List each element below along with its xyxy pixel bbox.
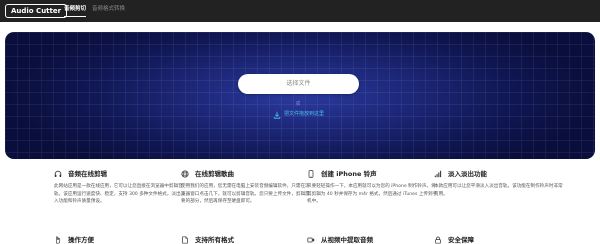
upload-hero-panel: 选择文件 或 把文件拖放到这里 — [5, 32, 595, 159]
top-navigation-bar: Audio Cutter 音频剪切 音频格式转换 — [0, 0, 600, 22]
feature-title: 从视频中提取音频 — [321, 236, 373, 244]
hero-background-pattern — [5, 32, 595, 159]
lock-icon — [435, 236, 441, 244]
hand-icon — [56, 236, 61, 244]
video-icon — [307, 237, 315, 243]
feature-title: 在线剪辑歌曲 — [195, 170, 234, 178]
feature-title: 支持所有格式 — [195, 236, 234, 244]
headphones-icon — [54, 170, 62, 178]
nav-tab-audio-converter[interactable]: 音频格式转换 — [92, 5, 125, 13]
feature-description: 此网站应用是一款在线应用，它可以让您直接在浏览器中剪辑音轨。该应用运行速度快、稳… — [54, 184, 186, 205]
feature-title: 创建 iPhone 铃声 — [321, 170, 377, 178]
or-separator: 或 — [295, 102, 301, 107]
signal-bars-icon — [434, 170, 442, 178]
feature-description: 只要轻轻操作一下，本应用就可以为您的 iPhone 制作铃声。将其剪辑为 40 … — [307, 184, 438, 205]
choose-file-button[interactable]: 选择文件 — [238, 74, 359, 94]
feature-title: 安全保障 — [448, 236, 474, 244]
feature-title: 淡入淡出功能 — [448, 170, 487, 178]
globe-icon — [181, 170, 189, 178]
feature-description: 使用我们的应用，您无需在电脑上安装音频编辑软件，只需在浏览器窗口点击几下，就可以… — [181, 184, 310, 205]
feature-description: 本款应用可以让您平滑淡入淡出音轨。该功能在制作铃声时非常有用。 — [434, 184, 563, 197]
drag-drop-label: 把文件拖放到这里 — [284, 111, 325, 117]
phone-icon — [308, 170, 314, 178]
drag-drop-hint[interactable]: 把文件拖放到这里 — [273, 110, 324, 119]
download-icon — [273, 111, 281, 119]
app-logo[interactable]: Audio Cutter — [5, 4, 68, 18]
feature-title: 音频在线剪辑 — [68, 170, 107, 178]
file-icon — [182, 236, 188, 244]
nav-tab-audio-cutter[interactable]: 音频剪切 — [64, 5, 87, 17]
feature-title: 操作方便 — [68, 236, 94, 244]
